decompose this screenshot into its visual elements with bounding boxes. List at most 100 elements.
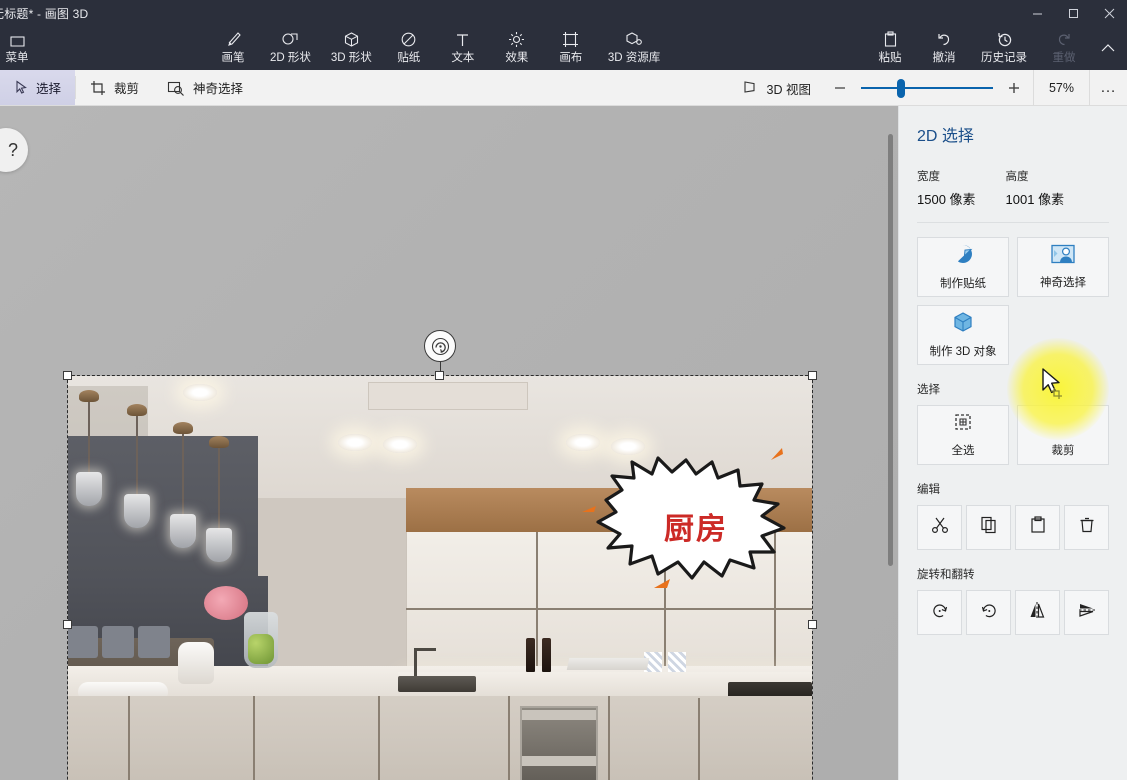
selection-handle-top-right[interactable] <box>808 371 817 380</box>
edit-section-buttons <box>917 505 1109 550</box>
selection-handle-middle-left[interactable] <box>63 620 72 629</box>
photo-faucet <box>414 648 417 678</box>
close-icon[interactable] <box>1091 0 1127 26</box>
panel-divider <box>917 222 1109 223</box>
ribbon-item-3d-library[interactable]: 3D 资源库 <box>598 26 670 70</box>
zoom-out-button[interactable] <box>829 77 851 99</box>
photo-pendant-rod <box>182 428 184 516</box>
paint3d-window: 无标题* - 画图 3D 菜单 画笔 2D 形状 3D 形状 贴纸 文本 效果 … <box>0 0 1127 780</box>
copy-button[interactable] <box>966 505 1011 550</box>
photo-downlight <box>183 384 217 401</box>
selection-handle-top-center[interactable] <box>435 371 444 380</box>
ribbon-item-canvas[interactable]: 画布 <box>544 26 598 70</box>
zoom-in-button[interactable] <box>1003 77 1025 99</box>
image-selection[interactable]: 厨房 <box>63 371 817 780</box>
panel-title: 2D 选择 <box>917 128 974 145</box>
ribbon-item-undo[interactable]: 撤消 <box>917 26 971 70</box>
flip-horizontal-button[interactable] <box>1015 590 1060 635</box>
edit-section-title: 编辑 <box>917 484 940 496</box>
help-button[interactable]: ? <box>0 128 28 172</box>
ribbon-tools: 画笔 2D 形状 3D 形状 贴纸 文本 效果 画布 3D 资源库 <box>206 26 670 70</box>
chevron-up-icon[interactable] <box>1091 26 1125 70</box>
canvas-area[interactable]: ? 厨房 <box>0 106 898 780</box>
flip-vertical-icon <box>1077 600 1097 625</box>
speech-bubble-sticker[interactable]: 厨房 <box>582 448 796 588</box>
photo-base-cabinets <box>68 696 812 780</box>
photo-pendant-rod <box>88 396 90 474</box>
sticker-spark-icon <box>654 579 670 588</box>
ribbon-item-text[interactable]: 文本 <box>436 26 490 70</box>
selection-handle-middle-right[interactable] <box>808 620 817 629</box>
minimize-icon[interactable] <box>1019 0 1055 26</box>
3d-library-icon <box>625 31 643 48</box>
photo-pendant-bulb <box>170 514 196 548</box>
select-all-button[interactable]: 全选 <box>917 405 1009 465</box>
ribbon-menu-button[interactable]: 菜单 <box>0 26 44 70</box>
ribbon-item-3d-shapes-label: 3D 形状 <box>330 52 372 64</box>
select-all-label: 全选 <box>951 445 975 457</box>
ribbon-item-3d-shapes[interactable]: 3D 形状 <box>321 26 382 70</box>
selection-handle-top-left[interactable] <box>63 371 72 380</box>
select-icon <box>14 80 28 95</box>
ribbon-right-tools: 粘贴 撤消 历史记录 重做 <box>863 26 1125 70</box>
trash-icon <box>1078 516 1096 539</box>
mouse-cursor-icon <box>1042 368 1062 399</box>
sub-toolbar: 选择 裁剪 神奇选择 3D 视图 57% … <box>0 70 1127 106</box>
subtool-select[interactable]: 选择 <box>0 70 76 105</box>
rotate-right-button[interactable] <box>966 590 1011 635</box>
title-bar: 无标题* - 画图 3D <box>0 0 1127 26</box>
photo-downlight <box>566 434 600 451</box>
ribbon-item-history[interactable]: 历史记录 <box>971 26 1037 70</box>
subtool-crop[interactable]: 裁剪 <box>76 70 153 105</box>
ribbon-item-brush[interactable]: 画笔 <box>206 26 260 70</box>
maximize-icon[interactable] <box>1055 0 1091 26</box>
photo-pendant-bulb <box>124 494 150 528</box>
brush-icon <box>224 31 242 48</box>
ribbon-item-2d-shapes[interactable]: 2D 形状 <box>260 26 321 70</box>
select-section-buttons: 全选 裁剪 <box>917 405 1109 465</box>
make-3d-object-button[interactable]: 制作 3D 对象 <box>917 305 1009 365</box>
zoom-slider[interactable] <box>861 77 993 99</box>
photo-oven-band <box>522 756 596 766</box>
flip-vertical-button[interactable] <box>1064 590 1109 635</box>
photo-pendant-rod <box>136 410 138 496</box>
ribbon-item-effects-label: 效果 <box>505 52 529 64</box>
view-controls: 3D 视图 57% … <box>733 70 1127 106</box>
delete-button[interactable] <box>1064 505 1109 550</box>
scissors-icon <box>931 516 949 539</box>
panel-actions: 制作贴纸 神奇选择 制作 3D 对象 <box>917 237 1109 365</box>
view-3d-label: 3D 视图 <box>766 82 811 97</box>
subtool-magic-select[interactable]: 神奇选择 <box>153 70 257 105</box>
crop-label: 裁剪 <box>1051 445 1075 457</box>
paste-icon <box>883 31 898 48</box>
photo-pendant-rod <box>218 442 220 530</box>
ribbon-item-redo: 重做 <box>1037 26 1091 70</box>
ribbon-item-stickers[interactable]: 贴纸 <box>382 26 436 70</box>
dimensions-group: 宽度 1500 像素 高度 1001 像素 <box>917 168 1109 208</box>
ribbon-item-paste[interactable]: 粘贴 <box>863 26 917 70</box>
stickers-icon <box>400 31 417 48</box>
zoom-slider-thumb[interactable] <box>897 78 905 98</box>
paste-button[interactable] <box>1015 505 1060 550</box>
view-3d-button[interactable]: 3D 视图 <box>733 70 821 106</box>
workspace: ? 厨房 2D 选择 宽度 1500 像素 高度 1001 像素 制作贴纸 神奇… <box>0 106 1127 780</box>
more-options-button[interactable]: … <box>1089 70 1127 106</box>
cut-button[interactable] <box>917 505 962 550</box>
magic-select-button[interactable]: 神奇选择 <box>1017 237 1109 297</box>
ribbon-item-redo-label: 重做 <box>1052 52 1076 64</box>
transform-section-buttons <box>917 590 1109 635</box>
photo-jar <box>668 652 686 672</box>
photo-cutting-board <box>566 658 650 670</box>
rotate-handle-icon[interactable] <box>424 330 456 362</box>
rotate-left-button[interactable] <box>917 590 962 635</box>
photo-cabinet-seam <box>378 696 380 780</box>
canvas-vertical-scrollbar[interactable] <box>888 134 893 566</box>
view-3d-icon <box>743 80 759 97</box>
zoom-percentage[interactable]: 57% <box>1033 70 1089 106</box>
ribbon-item-effects[interactable]: 效果 <box>490 26 544 70</box>
photo-cabinet-seam <box>608 696 610 780</box>
photo-pendant-cap <box>127 404 147 416</box>
transform-section-title: 旋转和翻转 <box>917 569 975 581</box>
crop-button[interactable]: 裁剪 <box>1017 405 1109 465</box>
make-sticker-button[interactable]: 制作贴纸 <box>917 237 1009 297</box>
